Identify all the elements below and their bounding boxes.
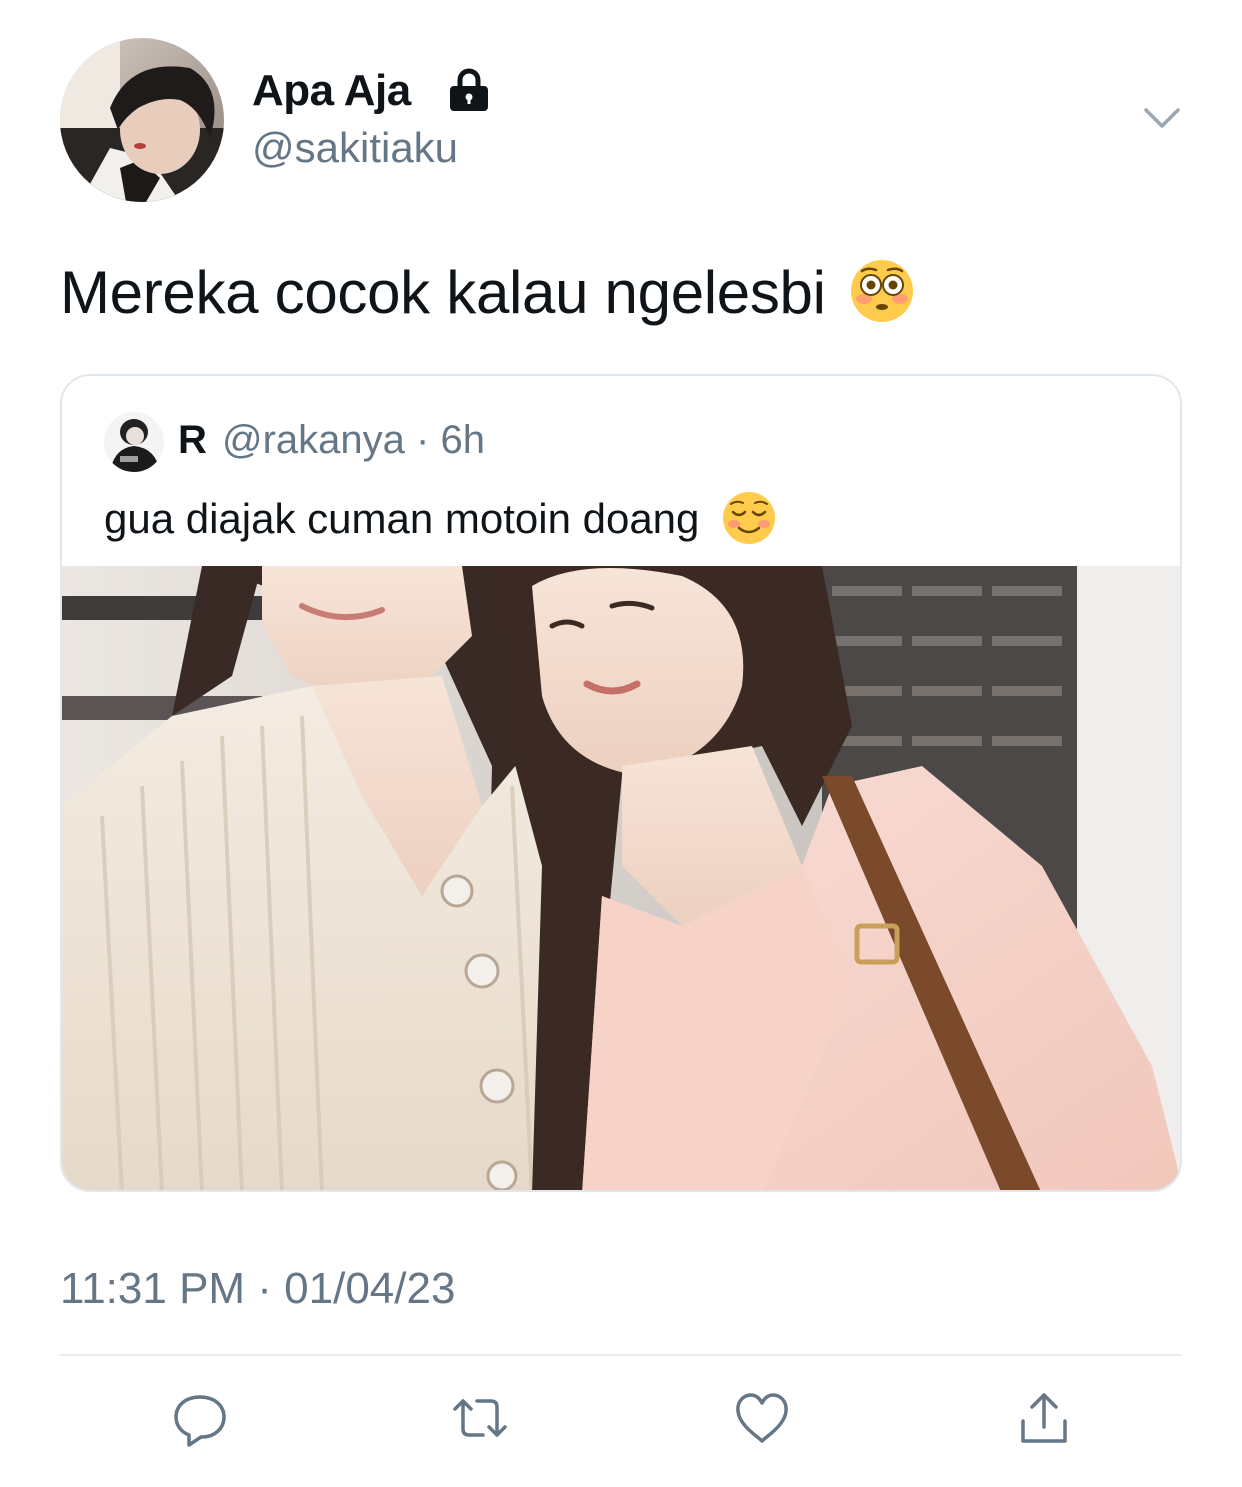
quoted-author-avatar — [104, 412, 164, 472]
retweet-icon — [453, 1399, 507, 1437]
flushed-face-icon — [851, 260, 914, 323]
share-icon — [1021, 1393, 1067, 1443]
quoted-time: 6h — [440, 418, 486, 462]
smiling-face-icon — [723, 492, 776, 544]
retweet-button[interactable] — [448, 1386, 512, 1450]
lock-icon — [450, 68, 488, 111]
tweet-timestamp[interactable]: 11:31 PM · 01/04/23 — [60, 1264, 455, 1314]
quoted-tweet-card[interactable]: R @rakanya · 6h gua diajak cuman motoin … — [60, 374, 1182, 1192]
tweet-text: Mereka cocok kalau ngelesbi — [60, 258, 916, 331]
like-button[interactable] — [730, 1386, 794, 1450]
author-avatar[interactable] — [60, 38, 224, 202]
chevron-down-icon[interactable] — [1140, 100, 1184, 134]
quoted-tweet-photo[interactable] — [62, 566, 1182, 1192]
author-handle[interactable]: @sakitiaku — [252, 124, 458, 172]
like-icon — [736, 1393, 788, 1443]
tweet: Apa Aja @sakitiaku Mereka cocok kalau ng… — [0, 0, 1242, 1487]
tweet-text-content: Mereka cocok kalau ngelesbi — [60, 259, 826, 326]
reply-icon — [174, 1395, 226, 1447]
meta-separator: · — [416, 418, 430, 462]
quoted-tweet-text: gua diajak cuman motoin doang — [104, 492, 777, 550]
divider — [60, 1354, 1182, 1356]
share-button[interactable] — [1012, 1386, 1076, 1450]
quoted-meta: @rakanya · 6h — [222, 418, 485, 463]
quoted-author-name: R — [178, 418, 207, 462]
reply-button[interactable] — [168, 1386, 232, 1450]
quoted-text-content: gua diajak cuman motoin doang — [104, 495, 700, 543]
quoted-author-handle: @rakanya — [222, 418, 405, 462]
author-display-name[interactable]: Apa Aja — [252, 66, 411, 116]
